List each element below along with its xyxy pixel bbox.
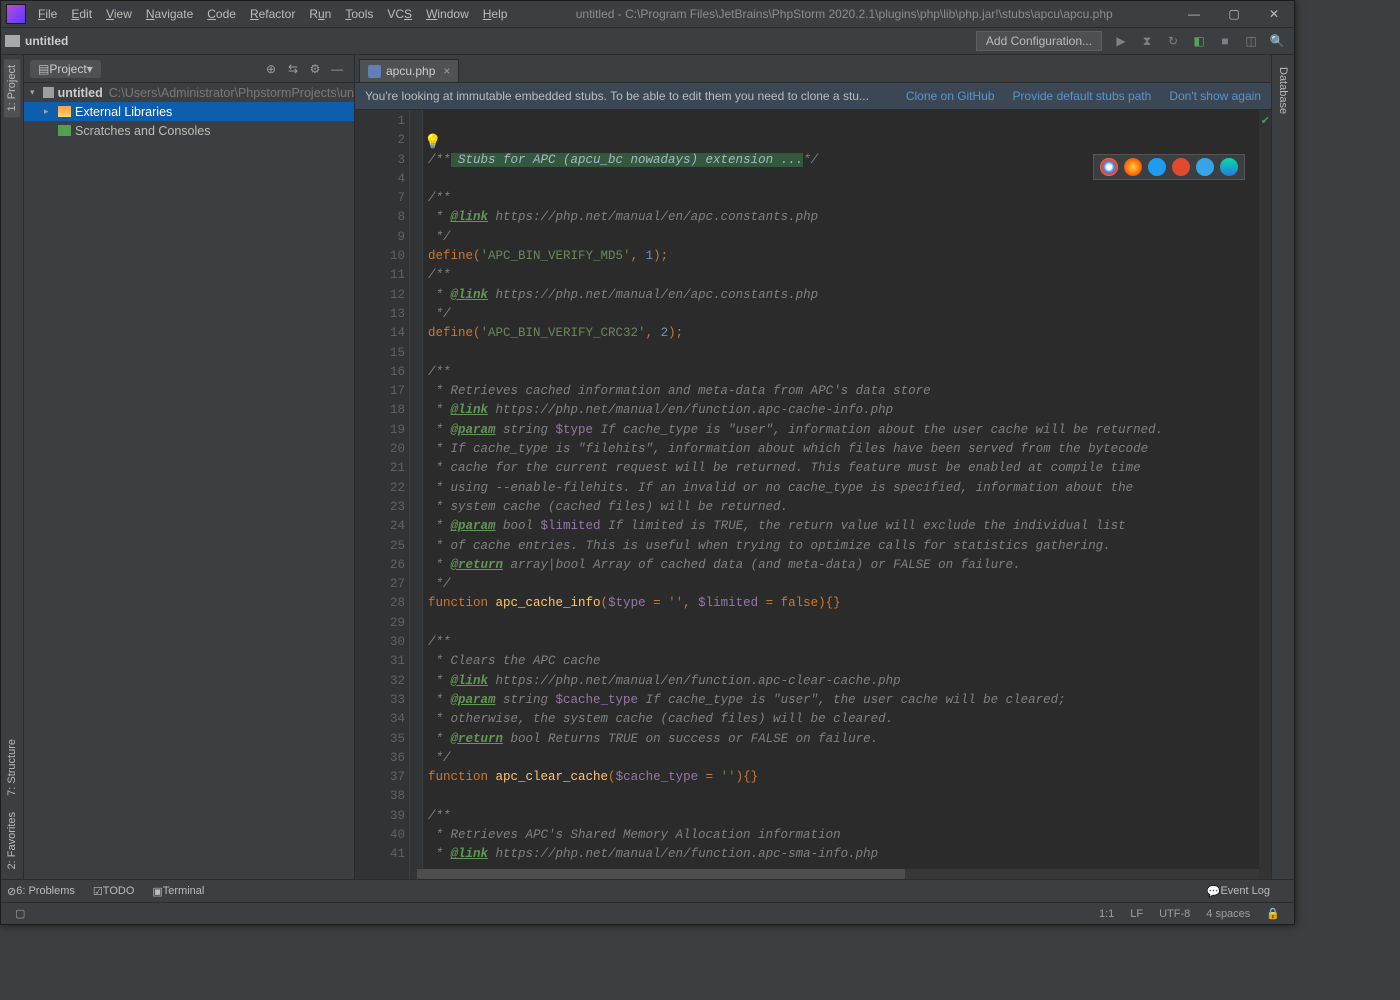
close-tab-icon[interactable]: ×	[443, 64, 450, 78]
tool-structure-tab[interactable]: 7: Structure	[4, 733, 20, 802]
banner-message: You're looking at immutable embedded stu…	[365, 89, 888, 103]
check-icon: ✔	[1261, 114, 1270, 127]
add-configuration-button[interactable]: Add Configuration...	[976, 31, 1102, 51]
editor-tab[interactable]: apcu.php ×	[359, 59, 459, 82]
titlebar: File Edit View Navigate Code Refactor Ru…	[1, 1, 1294, 28]
fold-column[interactable]	[410, 110, 423, 879]
indent[interactable]: 4 spaces	[1206, 908, 1250, 920]
expand-icon[interactable]: ⇆	[282, 62, 304, 76]
error-stripe[interactable]: ✔	[1259, 110, 1271, 879]
window-maximize[interactable]: ▢	[1214, 1, 1254, 27]
locate-icon[interactable]: ⊕	[260, 62, 282, 76]
project-tree[interactable]: ▾untitledC:\Users\Administrator\Phpstorm…	[24, 83, 354, 879]
folder-icon	[5, 35, 20, 47]
search-everywhere-icon[interactable]: 🔍	[1266, 30, 1288, 52]
title-path: untitled - C:\Program Files\JetBrains\Ph…	[514, 7, 1174, 21]
editor[interactable]: 1234789101112131415161718192021222324252…	[355, 110, 1271, 879]
notification-banner: You're looking at immutable embedded stu…	[355, 83, 1271, 110]
menu-window[interactable]: Window	[419, 3, 476, 25]
stop-icon[interactable]: ■	[1214, 30, 1236, 52]
navigation-bar: untitled Add Configuration... ▶ ⧗ ↻ ◧ ■ …	[1, 28, 1294, 55]
menu-vcs[interactable]: VCS	[380, 3, 419, 25]
menu-view[interactable]: View	[99, 3, 139, 25]
safari-icon[interactable]	[1148, 158, 1166, 176]
project-view-selector[interactable]: ▤ Project ▾	[30, 60, 101, 78]
tool-project-tab[interactable]: 1: Project	[4, 59, 20, 117]
debug-icon[interactable]: ⧗	[1136, 30, 1158, 52]
project-panel: ▤ Project ▾ ⊕ ⇆ ⚙ — ▾untitledC:\Users\Ad…	[24, 55, 355, 879]
hide-icon[interactable]: —	[326, 62, 348, 76]
tool-terminal[interactable]: ▣ Terminal	[152, 885, 204, 898]
menu-run[interactable]: Run	[302, 3, 338, 25]
banner-link-clone[interactable]: Clone on GitHub	[906, 89, 995, 103]
tool-database-tab[interactable]: Database	[1275, 61, 1291, 120]
line-separator[interactable]: LF	[1130, 908, 1143, 920]
tree-external-libraries[interactable]: ▸External Libraries	[24, 102, 354, 121]
encoding[interactable]: UTF-8	[1159, 908, 1190, 920]
firefox-icon[interactable]	[1124, 158, 1142, 176]
breadcrumb[interactable]: untitled	[25, 34, 68, 48]
banner-link-dismiss[interactable]: Don't show again	[1169, 89, 1261, 103]
tool-todo[interactable]: ☑ TODO	[93, 885, 134, 898]
intention-bulb-icon[interactable]: 💡	[424, 133, 441, 150]
gutter[interactable]: 1234789101112131415161718192021222324252…	[355, 110, 410, 879]
menu-tools[interactable]: Tools	[338, 3, 380, 25]
left-tool-strip: 1: Project 7: Structure 2: Favorites	[1, 55, 24, 879]
window-close[interactable]: ✕	[1254, 1, 1294, 27]
menu-file[interactable]: File	[31, 3, 64, 25]
tool-favorites-tab[interactable]: 2: Favorites	[4, 806, 20, 875]
banner-link-stubs[interactable]: Provide default stubs path	[1013, 89, 1152, 103]
coverage-icon[interactable]: ↻	[1162, 30, 1184, 52]
tree-scratches[interactable]: Scratches and Consoles	[24, 121, 354, 140]
window-minimize[interactable]: —	[1174, 1, 1214, 27]
chrome-icon[interactable]	[1100, 158, 1118, 176]
app-icon	[6, 4, 26, 24]
layout-icon[interactable]: ◫	[1240, 30, 1262, 52]
caret-position[interactable]: 1:1	[1099, 908, 1114, 920]
tool-eventlog[interactable]: 💬 Event Log	[1207, 885, 1270, 898]
code-area[interactable]: /** Stubs for APC (apcu_bc nowadays) ext…	[423, 110, 1271, 879]
browser-panel	[1093, 154, 1245, 180]
edge-icon[interactable]	[1220, 158, 1238, 176]
main-menu: File Edit View Navigate Code Refactor Ru…	[31, 3, 514, 25]
profiler-icon[interactable]: ◧	[1188, 30, 1210, 52]
tree-root[interactable]: untitled	[58, 86, 103, 100]
lock-icon[interactable]: 🔒	[1266, 907, 1280, 920]
status-bar: ▢ 1:1 LF UTF-8 4 spaces 🔒	[1, 902, 1294, 924]
menu-help[interactable]: Help	[476, 3, 515, 25]
editor-area: apcu.php × You're looking at immutable e…	[355, 55, 1271, 879]
horizontal-scrollbar[interactable]	[417, 869, 1259, 879]
menu-edit[interactable]: Edit	[64, 3, 99, 25]
settings-icon[interactable]: ⚙	[304, 62, 326, 76]
ie-icon[interactable]	[1196, 158, 1214, 176]
tool-problems[interactable]: ⊘ 6: Problems	[7, 885, 75, 898]
run-icon[interactable]: ▶	[1110, 30, 1132, 52]
tab-label: apcu.php	[386, 64, 435, 78]
menu-refactor[interactable]: Refactor	[243, 3, 302, 25]
status-icon[interactable]: ▢	[15, 907, 25, 920]
right-tool-strip: Database	[1271, 55, 1294, 879]
menu-code[interactable]: Code	[200, 3, 243, 25]
menu-navigate[interactable]: Navigate	[139, 3, 200, 25]
php-file-icon	[368, 65, 381, 78]
bottom-tool-strip: ⊘ 6: Problems ☑ TODO ▣ Terminal 💬 Event …	[1, 879, 1294, 902]
opera-icon[interactable]	[1172, 158, 1190, 176]
